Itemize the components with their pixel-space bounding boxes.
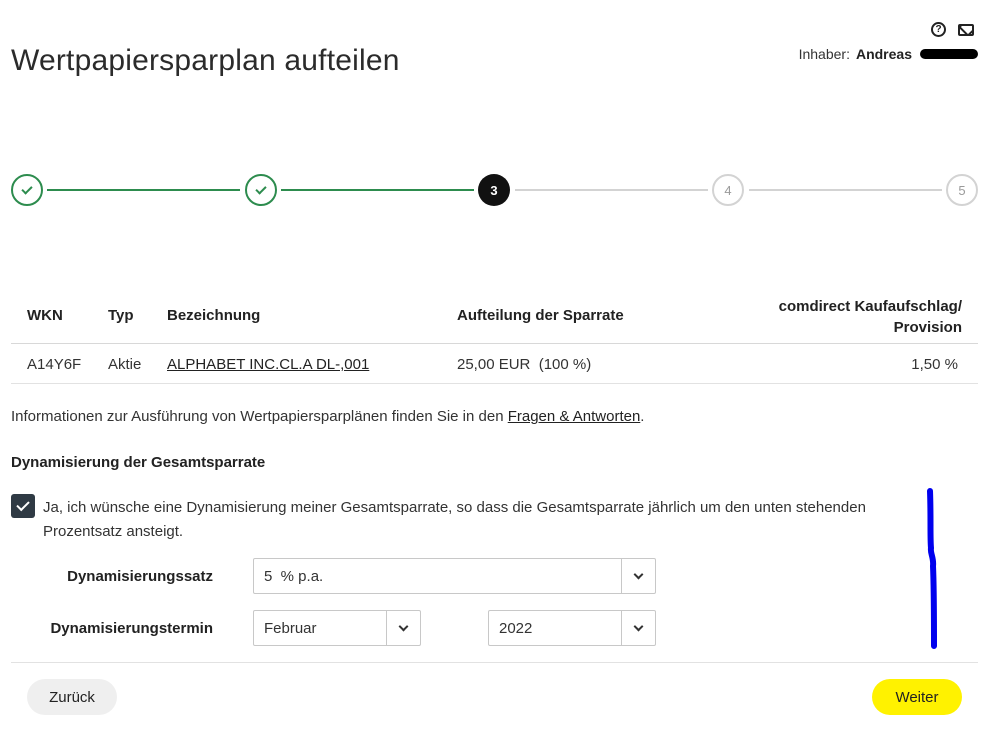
cell-bezeichnung: ALPHABET INC.CL.A DL-,001: [167, 356, 369, 373]
cell-typ: Aktie: [108, 356, 142, 373]
termin-month-select[interactable]: Februar: [253, 610, 421, 646]
chevron-down-icon[interactable]: [621, 559, 655, 593]
check-icon: [16, 497, 30, 512]
info-text-suffix: .: [640, 408, 645, 425]
info-text: Informationen zur Ausführung von Wertpap…: [11, 408, 644, 425]
back-button[interactable]: Zurück: [27, 679, 117, 715]
header-icons: ?: [931, 22, 974, 37]
footer-divider: [11, 662, 978, 663]
check-icon: [255, 182, 267, 195]
chevron-down-icon[interactable]: [621, 611, 655, 645]
cell-aufschlag: 1,50 %: [911, 356, 958, 373]
termin-year-value: 2022: [499, 619, 533, 637]
progress-stepper: 3 4 5: [11, 174, 978, 206]
owner-info: Inhaber: Andreas: [799, 46, 978, 62]
next-button[interactable]: Weiter: [872, 679, 962, 715]
header-aufschlag-line1: comdirect Kaufaufschlag/: [778, 298, 962, 315]
step-1: [11, 174, 43, 206]
owner-name: Andreas: [855, 46, 912, 62]
page-title: Wertpapiersparplan aufteilen: [11, 44, 400, 77]
table-row: A14Y6F Aktie ALPHABET INC.CL.A DL-,001 2…: [11, 344, 978, 384]
faq-link[interactable]: Fragen & Antworten: [508, 408, 641, 425]
termin-month-value: Februar: [264, 619, 317, 637]
step-connector-3: [515, 189, 708, 191]
termin-label: Dynamisierungstermin: [50, 620, 213, 637]
termin-year-select[interactable]: 2022: [488, 610, 656, 646]
header-typ: Typ: [108, 307, 134, 324]
info-text-body: Informationen zur Ausführung von Wertpap…: [11, 408, 508, 425]
satz-value: 5 % p.a.: [264, 567, 324, 585]
security-link[interactable]: ALPHABET INC.CL.A DL-,001: [167, 356, 369, 373]
savings-plan-table: WKN Typ Bezeichnung Aufteilung der Sparr…: [11, 290, 978, 384]
step-connector-1: [47, 189, 240, 191]
check-icon: [21, 182, 33, 195]
step-connector-2: [281, 189, 474, 191]
header-aufschlag: comdirect Kaufaufschlag/ Provision: [779, 296, 962, 338]
annotation-marker: [927, 488, 937, 649]
checkbox-label: Ja, ich wünsche eine Dynamisierung meine…: [43, 499, 866, 540]
redaction-mark: [920, 49, 978, 59]
chevron-down-icon[interactable]: [386, 611, 420, 645]
header-aufschlag-line2: Provision: [893, 319, 962, 336]
header-wkn: WKN: [27, 307, 63, 324]
dynamisierung-checkbox[interactable]: [11, 494, 35, 518]
header-bezeichnung: Bezeichnung: [167, 307, 261, 324]
step-connector-4: [749, 189, 942, 191]
cell-wkn: A14Y6F: [27, 356, 82, 373]
section-title: Dynamisierung der Gesamtsparrate: [11, 454, 266, 471]
cell-aufteilung: 25,00 EUR (100 %): [457, 356, 592, 373]
header-aufteilung: Aufteilung der Sparrate: [457, 307, 624, 324]
step-3: 3: [478, 174, 510, 206]
mail-icon[interactable]: [958, 23, 974, 36]
owner-label: Inhaber:: [798, 46, 850, 62]
satz-select[interactable]: 5 % p.a.: [253, 558, 656, 594]
step-2: [245, 174, 277, 206]
step-5: 5: [946, 174, 978, 206]
satz-label: Dynamisierungssatz: [67, 568, 213, 585]
step-4: 4: [712, 174, 744, 206]
table-header: WKN Typ Bezeichnung Aufteilung der Sparr…: [11, 290, 978, 344]
help-icon[interactable]: ?: [931, 22, 946, 37]
